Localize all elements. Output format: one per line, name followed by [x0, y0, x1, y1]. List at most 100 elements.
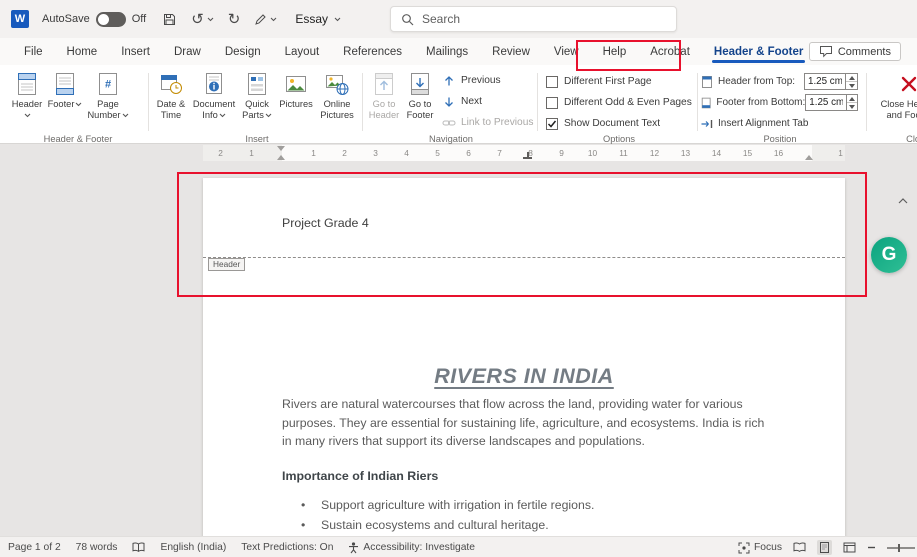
tab-mailings[interactable]: Mailings: [414, 38, 480, 65]
zoom-slider[interactable]: [887, 543, 915, 552]
previous-button[interactable]: Previous: [442, 71, 533, 90]
header-from-top-input[interactable]: [804, 73, 846, 90]
first-line-indent-marker[interactable]: [277, 146, 285, 151]
quick-parts-button[interactable]: Quick Parts: [238, 67, 276, 121]
group-position: Header from Top: Footer from Bottom: Ins…: [700, 67, 860, 144]
footer-button[interactable]: Footer: [46, 67, 84, 110]
tab-insert[interactable]: Insert: [109, 38, 162, 65]
link-icon: [442, 120, 456, 125]
left-indent-marker[interactable]: [277, 155, 285, 160]
collapse-ribbon-button[interactable]: [898, 198, 908, 204]
tab-draw[interactable]: Draw: [162, 38, 213, 65]
pen-icon: [255, 13, 267, 25]
autosave-toggle[interactable]: [95, 11, 126, 27]
footer-from-bottom-spinner[interactable]: [847, 94, 858, 111]
proofing-status[interactable]: [132, 542, 145, 553]
header-tag: Header: [208, 258, 246, 271]
pictures-icon: [283, 69, 309, 99]
document-info-button[interactable]: Document Info: [191, 67, 237, 121]
accessibility-status[interactable]: Accessibility: Investigate: [348, 541, 475, 554]
group-divider: [697, 73, 698, 131]
tab-references[interactable]: References: [331, 38, 414, 65]
document-title-heading[interactable]: RIVERS IN INDIA: [203, 364, 845, 389]
previous-icon: [445, 75, 453, 85]
save-button[interactable]: [162, 12, 177, 27]
zoom-slider-thumb[interactable]: [898, 543, 900, 552]
tab-header-footer[interactable]: Header & Footer: [702, 38, 815, 65]
chevron-down-icon: [265, 113, 272, 118]
chevron-down-icon: [270, 17, 277, 21]
comments-button[interactable]: Comments: [808, 42, 901, 61]
list-item[interactable]: Sustain ecosystems and cultural heritage…: [301, 515, 594, 535]
document-subheading[interactable]: Importance of Indian Riers: [282, 469, 438, 483]
autosave-state: Off: [131, 13, 147, 25]
document-paragraph[interactable]: Rivers are natural watercourses that flo…: [282, 395, 765, 451]
footer-from-bottom-input[interactable]: [805, 94, 848, 111]
customize-quick-access-button[interactable]: [254, 13, 277, 26]
document-title-dropdown[interactable]: Essay: [295, 12, 341, 26]
date-time-button[interactable]: Date & Time: [152, 67, 190, 121]
word-count-status[interactable]: 78 words: [76, 542, 118, 553]
chevron-up-icon: [898, 198, 908, 204]
pictures-button[interactable]: Pictures: [277, 67, 315, 110]
language-status[interactable]: English (India): [160, 542, 226, 553]
comments-label: Comments: [837, 45, 891, 58]
read-mode-button[interactable]: [793, 542, 806, 553]
go-to-footer-icon: [407, 69, 433, 99]
online-pictures-button[interactable]: Online Pictures: [316, 67, 358, 121]
next-button[interactable]: Next: [442, 92, 533, 111]
group-divider: [866, 73, 867, 131]
right-indent-marker[interactable]: [805, 155, 813, 160]
chevron-down-icon: [207, 17, 214, 21]
header-from-top-spinner[interactable]: [846, 73, 858, 90]
document-page[interactable]: Project Grade 4 Header RIVERS IN INDIA R…: [203, 178, 845, 536]
page-count-status[interactable]: Page 1 of 2: [8, 542, 61, 553]
different-first-page-checkbox[interactable]: Different First Page: [546, 71, 696, 92]
tab-home[interactable]: Home: [55, 38, 110, 65]
quick-parts-icon: [244, 69, 270, 99]
focus-mode-button[interactable]: Focus: [738, 542, 782, 554]
redo-icon: ↻: [227, 10, 241, 28]
page-header-text[interactable]: Project Grade 4: [282, 216, 369, 230]
search-bar[interactable]: [390, 6, 677, 32]
grammarly-button[interactable]: G: [871, 237, 907, 273]
undo-button[interactable]: ↺: [191, 12, 214, 27]
footer-from-bottom-control: Footer from Bottom:: [700, 92, 858, 113]
center-tab-stop-marker[interactable]: [523, 152, 532, 159]
close-header-footer-button[interactable]: Close Headerand Footer: [874, 67, 917, 121]
search-input[interactable]: [422, 12, 666, 26]
group-insert: Date & Time Document Info Quick Parts Pi…: [152, 67, 362, 144]
list-item[interactable]: Support agriculture with irrigation in f…: [301, 495, 594, 515]
tab-help[interactable]: Help: [591, 38, 639, 65]
header-button[interactable]: Header: [8, 67, 46, 121]
read-mode-icon: [793, 542, 806, 553]
chevron-down-icon: [219, 113, 226, 118]
redo-button[interactable]: ↻: [228, 12, 241, 27]
text-predictions-status[interactable]: Text Predictions: On: [241, 542, 333, 553]
tab-layout[interactable]: Layout: [273, 38, 332, 65]
go-to-footer-button[interactable]: Go to Footer: [402, 67, 438, 121]
tab-acrobat[interactable]: Acrobat: [638, 38, 702, 65]
word-logo-icon[interactable]: W: [11, 10, 29, 28]
page-number-icon: #: [95, 69, 121, 99]
show-document-text-checkbox[interactable]: Show Document Text: [546, 113, 696, 134]
tab-design[interactable]: Design: [213, 38, 273, 65]
go-to-header-icon: [371, 69, 397, 99]
zoom-out-button[interactable]: [867, 543, 876, 552]
close-icon: [898, 69, 917, 99]
date-time-icon: [158, 69, 184, 99]
print-layout-button[interactable]: [817, 540, 832, 555]
bullet-list[interactable]: Support agriculture with irrigation in f…: [301, 495, 594, 535]
book-icon: [132, 542, 145, 553]
comment-icon: [819, 46, 832, 58]
tab-review[interactable]: Review: [480, 38, 542, 65]
link-to-previous-button: Link to Previous: [442, 113, 533, 132]
group-divider: [148, 73, 149, 131]
web-layout-button[interactable]: [843, 542, 856, 553]
insert-alignment-tab-button[interactable]: Insert Alignment Tab: [700, 113, 858, 134]
chevron-down-icon: [76, 102, 82, 107]
page-number-button[interactable]: # Page Number: [84, 67, 132, 121]
tab-file[interactable]: File: [12, 38, 55, 65]
tab-view[interactable]: View: [542, 38, 591, 65]
different-odd-even-checkbox[interactable]: Different Odd & Even Pages: [546, 92, 696, 113]
